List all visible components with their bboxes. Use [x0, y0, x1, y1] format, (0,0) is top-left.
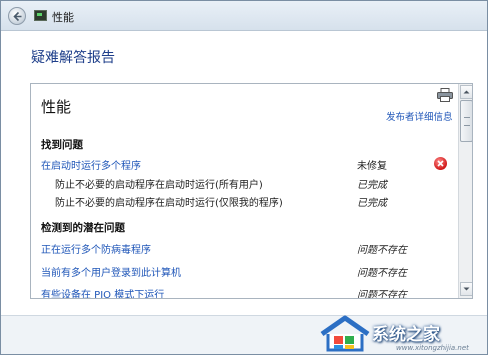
back-button[interactable]: [8, 7, 26, 25]
section-title: 性能: [41, 98, 72, 116]
chevron-down-icon: [463, 287, 470, 291]
group-heading-potential: 检测到的潜在问题: [41, 222, 125, 234]
watermark-text: 系统之家: [372, 325, 440, 345]
back-arrow-icon: [13, 11, 22, 22]
error-x-icon: [434, 157, 447, 170]
report-panel: 发布者详细信息 性能 找到问题 在启动时运行多个程序 未修复 防止不必要的启动程…: [30, 83, 473, 299]
fix-step-all-users: 防止不必要的启动程序在启动时运行(所有用户): [55, 180, 263, 191]
fix-step-status: 已完成: [357, 180, 387, 191]
scroll-thumb[interactable]: [460, 100, 472, 142]
watermark-url: www.xitongzhijia.net: [396, 344, 469, 352]
house-logo-icon: [320, 315, 370, 352]
issue-status: 问题不存在: [357, 245, 407, 256]
window-title: 性能: [52, 11, 74, 24]
title-bar: 性能: [1, 1, 487, 31]
printer-icon[interactable]: [437, 88, 453, 102]
fix-step-my-programs: 防止不必要的启动程序在启动时运行(仅限我的程序): [55, 198, 283, 209]
chevron-up-icon: [463, 90, 470, 94]
issue-status: 问题不存在: [357, 268, 407, 279]
scroll-up-button[interactable]: [460, 85, 472, 99]
issue-status: 未修复: [357, 161, 387, 172]
page-title: 疑难解答报告: [31, 50, 115, 66]
troubleshooting-window: 性能 疑难解答报告 发布者详细信息 性能 找到问题 在启动时运行多个程序 未修复…: [0, 0, 488, 355]
group-heading-found: 找到问题: [41, 139, 83, 151]
publisher-details-link[interactable]: 发布者详细信息: [386, 109, 453, 123]
issue-link-multiple-users[interactable]: 当前有多个用户登录到此计算机: [41, 264, 181, 279]
watermark-logo: 系统之家 www.xitongzhijia.net: [316, 312, 487, 354]
issue-status: 问题不存在: [357, 290, 407, 299]
fix-step-status: 已完成: [357, 198, 387, 209]
performance-monitor-icon: [34, 10, 47, 21]
issue-link-antivirus[interactable]: 正在运行多个防病毒程序: [41, 241, 151, 256]
issue-link-pio-mode[interactable]: 有些设备在 PIO 模式下运行: [41, 286, 164, 298]
vertical-scrollbar[interactable]: [458, 84, 472, 298]
issue-link-startup-programs[interactable]: 在启动时运行多个程序: [41, 157, 141, 172]
scroll-down-button[interactable]: [460, 282, 472, 296]
